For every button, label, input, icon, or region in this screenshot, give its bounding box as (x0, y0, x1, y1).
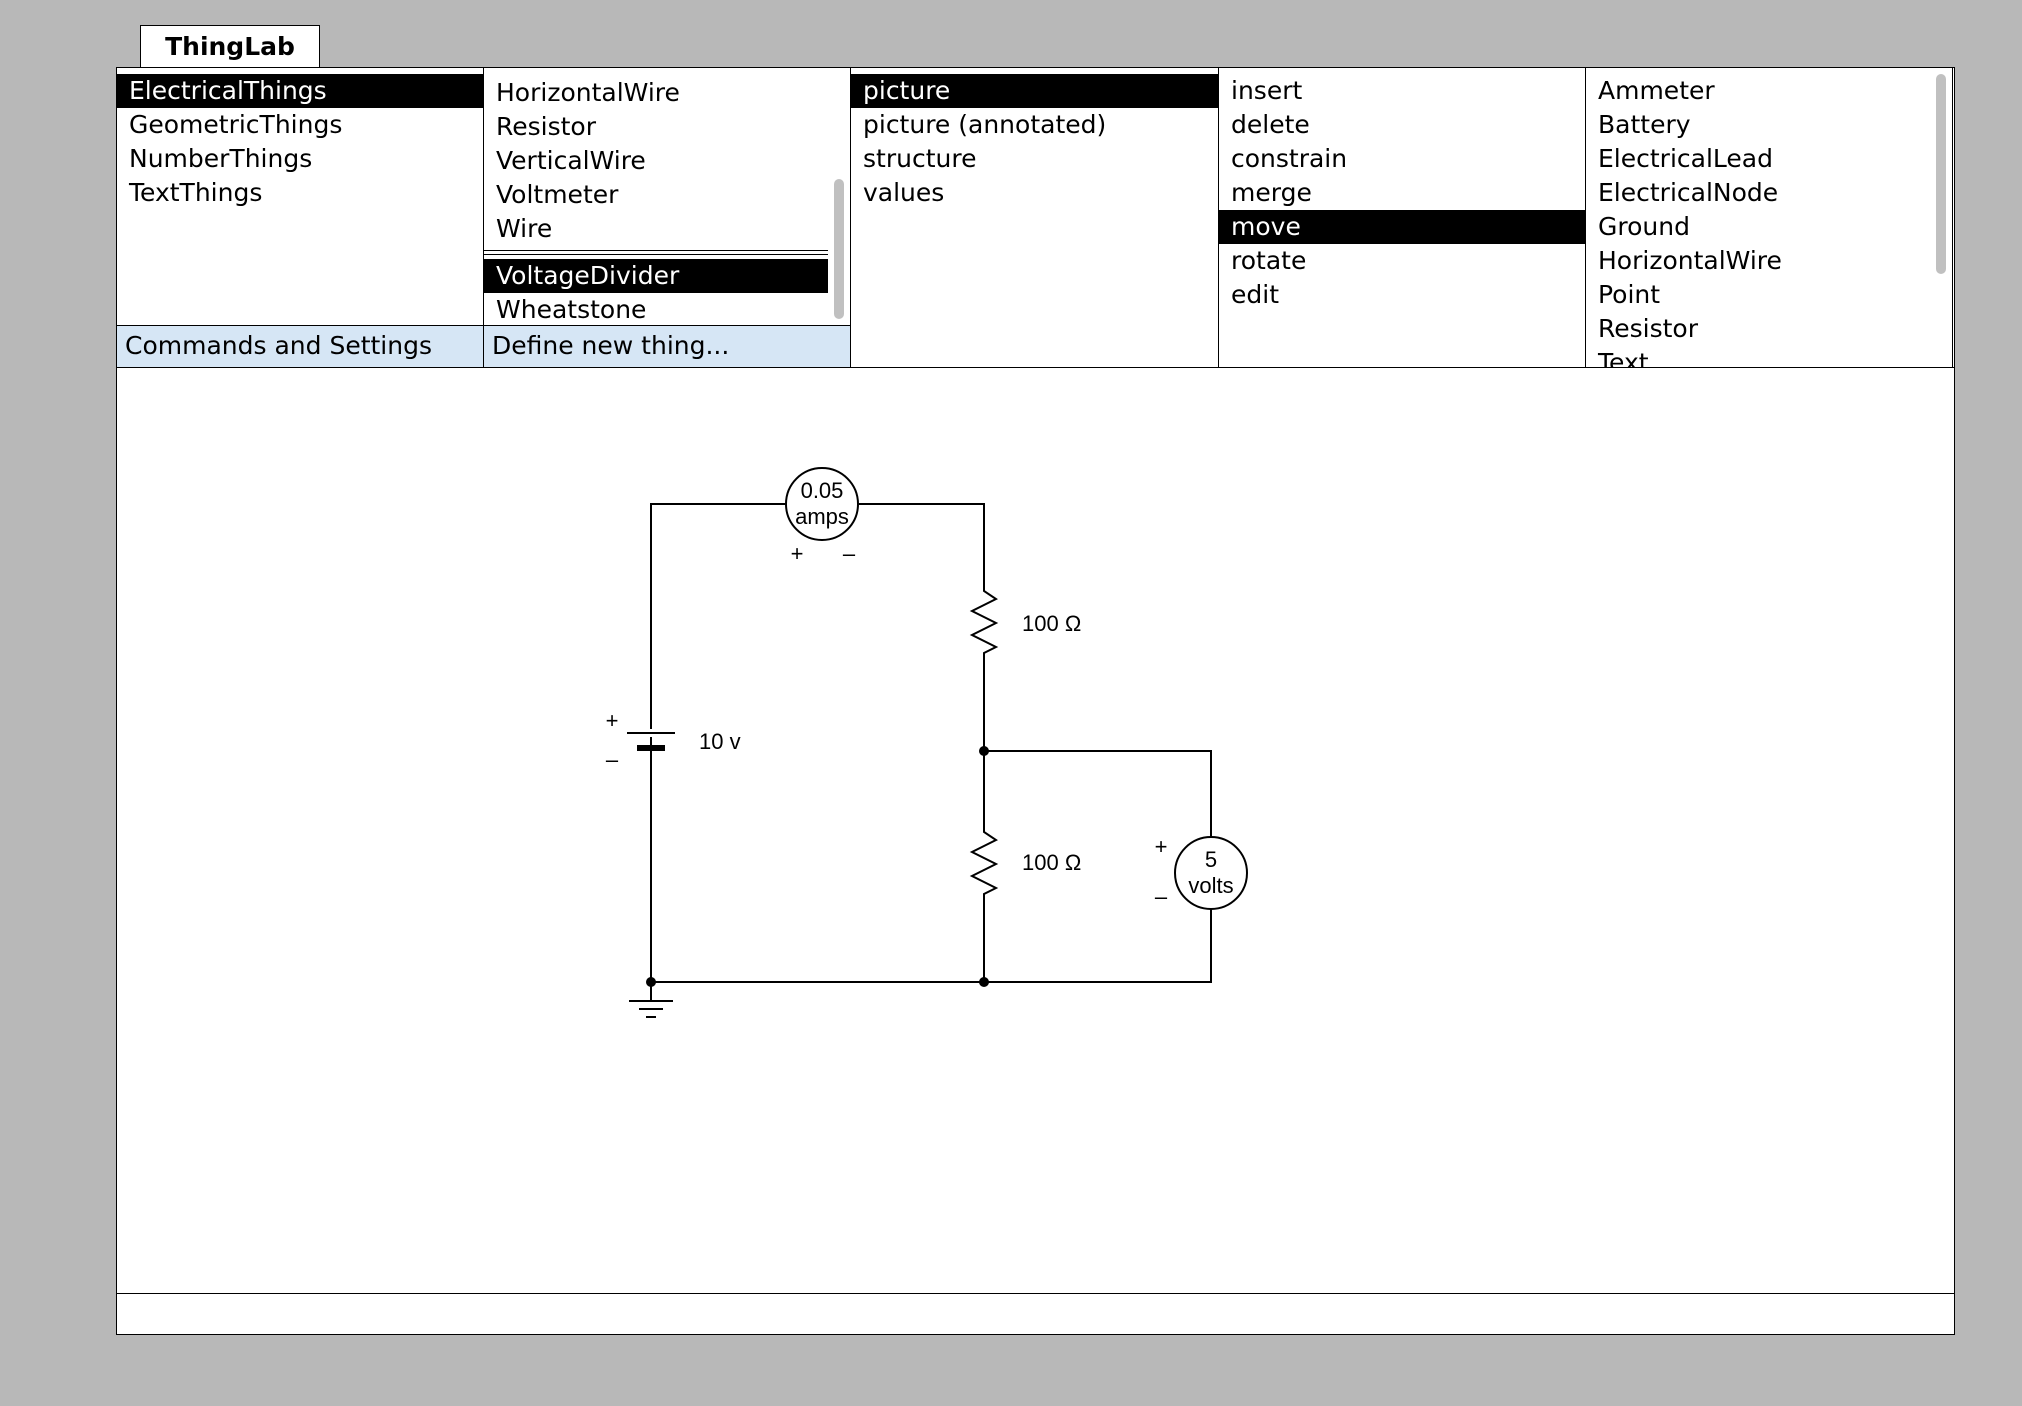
parts-scrollbar-thumb[interactable] (1936, 74, 1946, 274)
category-item-electricalthings[interactable]: ElectricalThings (117, 74, 483, 108)
categories-pane: ElectricalThings GeometricThings NumberT… (117, 68, 484, 367)
commands-pane: insert delete constrain merge move rotat… (1219, 68, 1586, 367)
part-item-electricalnode[interactable]: ElectricalNode (1586, 176, 1930, 210)
node-top-right (979, 746, 989, 756)
thing-item-wheatstone[interactable]: Wheatstone (484, 293, 828, 327)
tab-title: ThingLab (165, 32, 295, 61)
resistor-bottom (969, 827, 999, 901)
thing-item-voltagedivider[interactable]: VoltageDivider (484, 259, 828, 293)
wire-voltmeter-down (651, 909, 1212, 983)
part-item-resistor[interactable]: Resistor (1586, 312, 1930, 346)
command-item-delete[interactable]: delete (1219, 108, 1585, 142)
ammeter-minus: – (843, 541, 856, 566)
wire-top-right (859, 503, 985, 586)
things-scrollbar-thumb[interactable] (834, 179, 844, 319)
category-item-numberthings[interactable]: NumberThings (117, 142, 483, 176)
resistor-top (969, 586, 999, 661)
parts-pane: Ammeter Battery ElectricalLead Electrica… (1586, 68, 1953, 367)
parts-scrollbar[interactable] (1936, 74, 1946, 354)
thing-item-horizontalwire[interactable]: HorizontalWire (484, 76, 828, 110)
node-bottom-left (646, 977, 656, 987)
part-item-horizontalwire[interactable]: HorizontalWire (1586, 244, 1930, 278)
circuit-diagram: 0.05 amps + – 100 Ω 100 Ω 10 v + – 5 vol… (606, 467, 1248, 1018)
things-scrollbar[interactable] (834, 74, 844, 319)
ammeter-plus: + (791, 541, 804, 566)
part-item-battery[interactable]: Battery (1586, 108, 1930, 142)
thinglab-window: ElectricalThings GeometricThings NumberT… (116, 67, 1955, 1335)
thing-item-voltmeter[interactable]: Voltmeter (484, 178, 828, 212)
view-item-picture[interactable]: picture (851, 74, 1218, 108)
command-item-merge[interactable]: merge (1219, 176, 1585, 210)
views-pane: picture picture (annotated) structure va… (851, 68, 1219, 367)
view-item-picture-annotated[interactable]: picture (annotated) (851, 108, 1218, 142)
view-item-values[interactable]: values (851, 176, 1218, 210)
prompt-line[interactable] (117, 1293, 1954, 1334)
wire-node-to-voltmeter (984, 750, 1212, 837)
resistor-top-label: 100 Ω (1022, 611, 1081, 636)
category-item-textthings[interactable]: TextThings (117, 176, 483, 210)
view-item-structure[interactable]: structure (851, 142, 1218, 176)
thing-item-resistor[interactable]: Resistor (484, 110, 828, 144)
part-item-ground[interactable]: Ground (1586, 210, 1930, 244)
command-item-rotate[interactable]: rotate (1219, 244, 1585, 278)
command-item-insert[interactable]: insert (1219, 74, 1585, 108)
ammeter-unit: amps (795, 504, 849, 529)
ammeter-value: 0.05 (801, 478, 844, 503)
battery-minus: – (606, 747, 619, 772)
define-new-thing-button[interactable]: Define new thing... (484, 325, 850, 367)
command-item-constrain[interactable]: constrain (1219, 142, 1585, 176)
node-bottom-mid (979, 977, 989, 987)
things-separator (484, 250, 828, 255)
battery-plus: + (606, 708, 619, 733)
part-item-ammeter[interactable]: Ammeter (1586, 74, 1930, 108)
command-item-edit[interactable]: edit (1219, 278, 1585, 312)
category-item-geometricthings[interactable]: GeometricThings (117, 108, 483, 142)
things-pane: HorizontalWire Resistor VerticalWire Vol… (484, 68, 851, 367)
voltmeter-minus: – (1155, 884, 1168, 909)
voltmeter-unit: volts (1188, 873, 1233, 898)
part-item-text[interactable]: Text (1586, 346, 1930, 367)
command-item-move[interactable]: move (1219, 210, 1585, 244)
voltmeter-value: 5 (1205, 847, 1217, 872)
part-item-point[interactable]: Point (1586, 278, 1930, 312)
voltmeter-plus: + (1155, 834, 1168, 859)
tab-thinglab[interactable]: ThingLab (140, 25, 320, 67)
resistor-bottom-label: 100 Ω (1022, 850, 1081, 875)
part-item-electricallead[interactable]: ElectricalLead (1586, 142, 1930, 176)
thing-item-wire[interactable]: Wire (484, 212, 828, 246)
wire-left-upper (650, 503, 789, 729)
commands-and-settings-button[interactable]: Commands and Settings (117, 325, 483, 367)
battery-label: 10 v (699, 729, 741, 754)
drawing-canvas[interactable]: 0.05 amps + – 100 Ω 100 Ω 10 v + – 5 vol… (117, 368, 1954, 1293)
thing-item-verticalwire[interactable]: VerticalWire (484, 144, 828, 178)
